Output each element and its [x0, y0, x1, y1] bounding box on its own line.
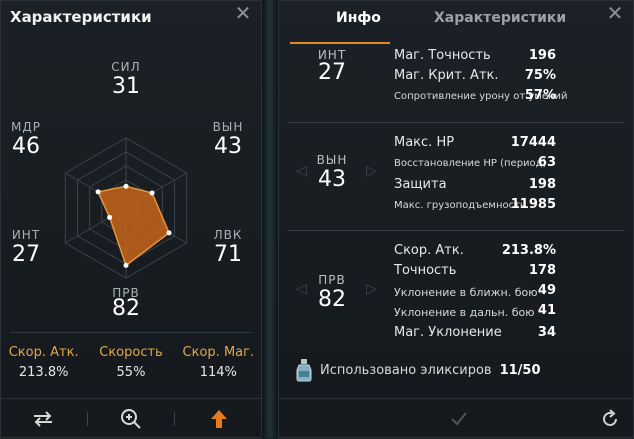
move-speed-stat: Скорость 55% — [87, 345, 174, 380]
divider — [10, 332, 252, 333]
stat-name-vyn: ВЫН — [212, 120, 244, 134]
radar-value-point — [107, 214, 113, 220]
stat-group-prv: ◁ ▷ ПРВ 82 Скор. Атк. 213.8% Точность 17… — [288, 230, 624, 347]
reset-icon[interactable] — [600, 409, 620, 429]
checkmark-icon[interactable] — [450, 411, 468, 427]
group-name: ПРВ — [318, 273, 346, 287]
stat-value-vyn: 43 — [214, 134, 242, 159]
stat-value-sil: 31 — [112, 74, 140, 99]
info-panel: Инфо Характеристики ✕ ИНТ 27 Маг. Точнос… — [278, 0, 634, 438]
stat-name-int: ИНТ — [11, 228, 41, 242]
magic-speed-value: 114% — [199, 365, 237, 380]
group-value: 27 — [318, 60, 346, 85]
swap-button[interactable] — [0, 399, 87, 439]
chevron-left-icon: ◁ — [296, 163, 307, 179]
close-icon[interactable]: ✕ — [606, 3, 624, 23]
radar-value-point — [166, 230, 172, 236]
upgrade-arrow-icon — [210, 410, 227, 428]
attack-speed-stat: Скор. Атк. 213.8% — [0, 345, 87, 380]
group-value: 82 — [318, 287, 346, 312]
stat-value-prv: 82 — [112, 296, 140, 321]
panel-gap — [262, 0, 278, 438]
magic-speed-label: Скор. Маг. — [182, 345, 255, 360]
stat-group-int: ИНТ 27 Маг. Точность 196 Маг. Крит. Атк.… — [288, 44, 624, 120]
chevron-left-icon: ◁ — [296, 281, 307, 297]
chevron-right-icon: ▷ — [366, 163, 377, 179]
elixir-count: 11/50 — [499, 362, 541, 378]
tab-bar: Инфо Характеристики ✕ — [278, 0, 634, 44]
move-speed-value: 55% — [116, 365, 146, 380]
left-toolbar — [0, 398, 262, 439]
elixir-bottle-icon — [296, 359, 312, 382]
radar-value-point — [149, 190, 155, 196]
attack-speed-value: 213.8% — [18, 365, 69, 380]
stat-name-mdr: МДР — [11, 120, 41, 134]
speed-stats: Скор. Атк. 213.8% Скорость 55% Скор. Маг… — [0, 345, 262, 380]
stat-row-value: 198 — [528, 177, 556, 192]
radar-value-point — [95, 189, 101, 195]
characteristics-panel: Характеристики ✕ СИЛ 31 ВЫН 43 ЛВК 71 ПР… — [0, 0, 262, 438]
stat-value-mdr: 46 — [12, 134, 40, 159]
stat-row-value: 57% — [524, 88, 556, 103]
radar-value-point — [123, 262, 129, 268]
chevron-right-icon: ▷ — [366, 281, 377, 297]
stat-row-value: 17444 — [510, 135, 556, 150]
stat-row-value: 63 — [537, 155, 556, 170]
stat-row-value: 11985 — [510, 197, 556, 212]
stat-value-lvk: 71 — [214, 242, 242, 267]
stat-row-value: 34 — [537, 325, 556, 340]
stat-row-value: 196 — [528, 48, 556, 63]
stat-group-vyn: ◁ ▷ ВЫН 43 Макс. HP 17444 Восстановление… — [288, 122, 624, 227]
attack-speed-label: Скор. Атк. — [8, 345, 79, 360]
elixir-label: Использовано эликсиров — [320, 362, 492, 378]
zoom-in-icon — [121, 409, 141, 429]
stat-row-value: 178 — [528, 263, 556, 278]
stat-row-value: 49 — [537, 283, 556, 298]
stat-value-int: 27 — [12, 242, 40, 267]
group-name: ВЫН — [316, 153, 348, 167]
group-value: 43 — [318, 167, 346, 192]
tab-info[interactable]: Инфо — [336, 10, 381, 26]
radar-value-point — [123, 183, 129, 189]
magic-speed-stat: Скор. Маг. 114% — [175, 345, 262, 380]
stat-row-value: 41 — [537, 303, 556, 318]
right-toolbar — [278, 398, 634, 439]
stat-row-value: 75% — [524, 68, 556, 83]
upgrade-button[interactable] — [175, 399, 262, 439]
move-speed-label: Скорость — [99, 345, 163, 360]
zoom-button[interactable] — [88, 399, 175, 439]
swap-icon — [34, 411, 53, 427]
elixir-counter: Использовано эликсиров 11/50 — [294, 358, 541, 382]
stat-row-value: 213.8% — [501, 243, 556, 258]
stat-name-sil: СИЛ — [111, 60, 141, 74]
stat-name-lvk: ЛВК — [213, 228, 243, 242]
tab-characteristics[interactable]: Характеристики — [434, 10, 566, 26]
